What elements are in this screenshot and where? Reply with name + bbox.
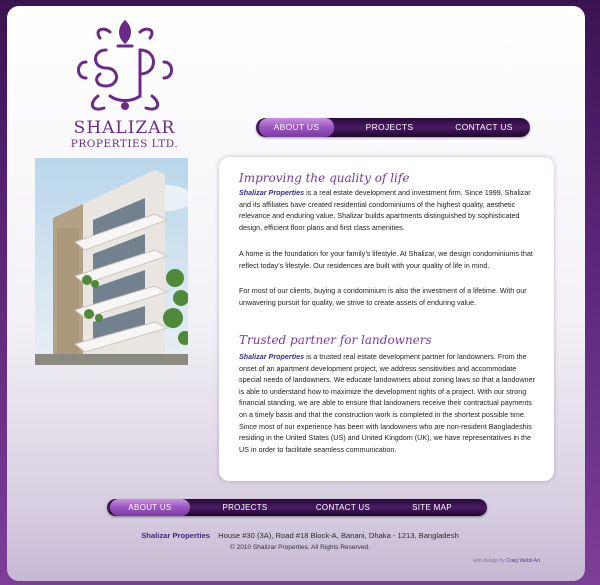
footer-copyright: © 2010 Shalizar Properties. All Rights R… bbox=[230, 544, 370, 551]
nav-projects[interactable]: PROJECTS bbox=[352, 118, 427, 137]
brand-subtitle: PROPERTIES LTD. bbox=[70, 138, 179, 150]
paragraph-landowners: Shalizar Properties is a trusted real es… bbox=[239, 352, 535, 454]
bottom-nav: ABOUT US PROJECTS CONTACT US SITE MAP bbox=[107, 499, 487, 516]
building-illustration bbox=[35, 170, 188, 365]
brand-highlight: Shalizar Properties bbox=[239, 352, 305, 361]
brand-name: SHALIZAR bbox=[73, 118, 176, 138]
nav-contact-us[interactable]: CONTACT US bbox=[445, 118, 523, 137]
nav-about-us[interactable]: ABOUT US bbox=[259, 118, 334, 137]
footer-address: Shalizar Properties House #30 (3A), Road… bbox=[0, 531, 600, 540]
footer-nav-site-map[interactable]: SITE MAP bbox=[393, 499, 471, 516]
footer-nav-about-us[interactable]: ABOUT US bbox=[110, 499, 190, 516]
section-heading-landowners: Trusted partner for landowners bbox=[239, 333, 432, 347]
footer-address-text: House #30 (3A), Road #18 Block-A, Banani… bbox=[218, 531, 459, 540]
design-credit-link[interactable]: Craig Webb Art bbox=[506, 558, 540, 564]
building-photo bbox=[35, 158, 188, 365]
top-nav: ABOUT US PROJECTS CONTACT US bbox=[256, 118, 530, 137]
logo[interactable]: SHALIZAR PROPERTIES LTD. bbox=[62, 16, 187, 150]
paragraph-lifestyle: A home is the foundation for your family… bbox=[239, 249, 533, 270]
brand-highlight: Shalizar Properties bbox=[239, 188, 305, 197]
content-panel: Improving the quality of life Shalizar P… bbox=[219, 157, 554, 481]
footer-nav-projects[interactable]: PROJECTS bbox=[205, 499, 285, 516]
footer-nav-contact-us[interactable]: CONTACT US bbox=[301, 499, 385, 516]
section-heading-quality: Improving the quality of life bbox=[239, 171, 410, 185]
monogram-logo-icon bbox=[77, 19, 173, 111]
paragraph-intro: Shalizar Properties is a real estate dev… bbox=[239, 188, 531, 232]
design-credit: web design by Craig Webb Art bbox=[472, 558, 540, 564]
paragraph-investment: For most of our clients, buying a condom… bbox=[239, 286, 527, 307]
footer-brand: Shalizar Properties bbox=[141, 531, 211, 540]
